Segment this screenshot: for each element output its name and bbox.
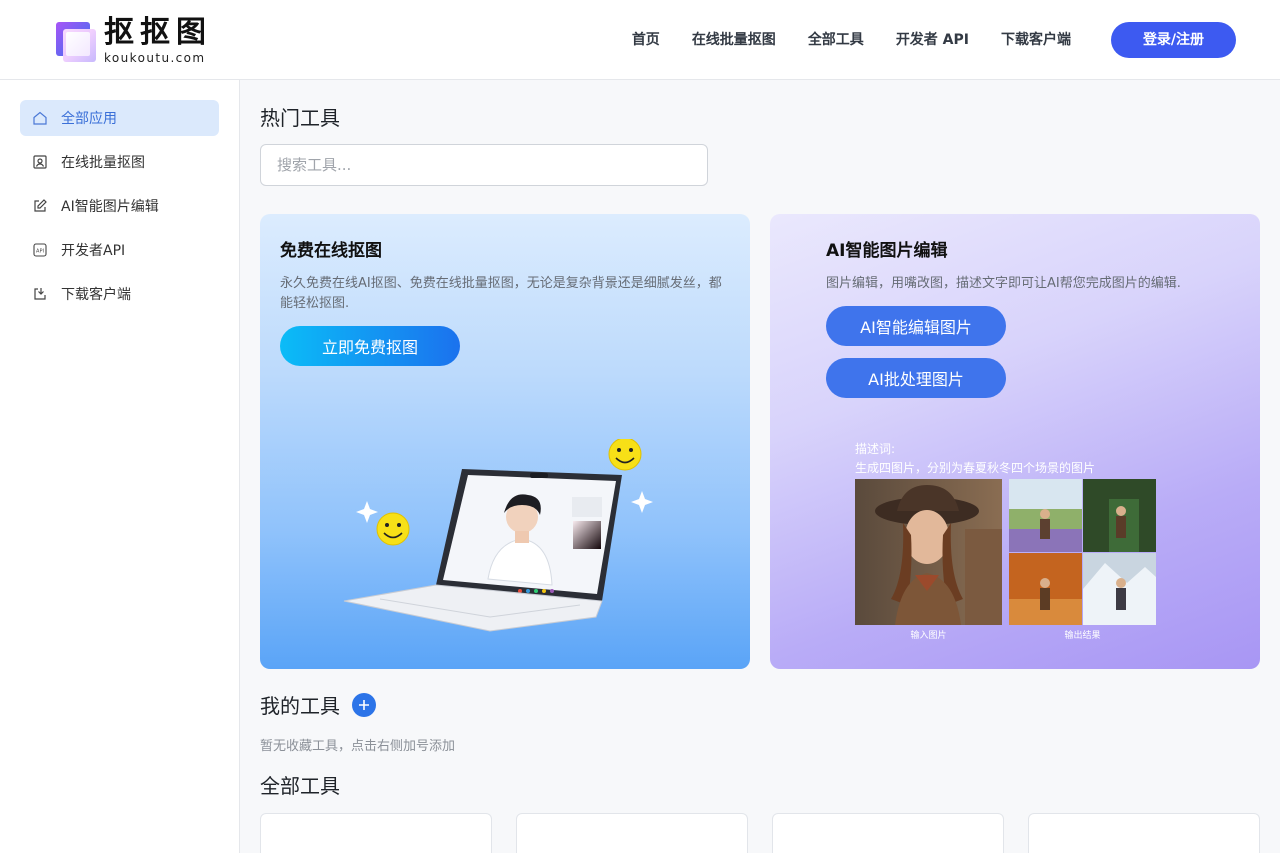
plus-icon [359,699,369,710]
ai-edit-image-button[interactable]: AI智能编辑图片 [826,306,1006,346]
logo-text: 抠抠图 [104,15,212,50]
my-tools-title: 我的工具 [260,694,340,718]
download-icon [32,286,48,302]
card-description: 永久免费在线AI抠图、免费在线批量抠图，无论是复杂背景还是细腻发丝，都能轻松抠图… [280,276,722,311]
top-nav: 首页 在线批量抠图 全部工具 开发者 API 下载客户端 登录/注册 [632,22,1236,58]
api-icon: API [32,242,48,258]
card-description: 图片编辑，用嘴改图，描述文字即可让AI帮您完成图片的编辑. [826,276,1181,291]
sidebar-item-all-apps[interactable]: 全部应用 [20,100,219,136]
edit-icon [32,198,48,214]
sidebar-item-label: 开发者API [61,243,126,259]
free-cutout-button[interactable]: 立即免费抠图 [280,326,460,366]
nav-home[interactable]: 首页 [632,22,660,58]
home-icon [32,110,48,126]
logo-mark-icon [56,22,96,62]
nav-download-client[interactable]: 下载客户端 [1001,22,1071,58]
nav-batch-cutout[interactable]: 在线批量抠图 [692,22,776,58]
nav-all-tools[interactable]: 全部工具 [808,22,864,58]
sidebar: 全部应用 在线批量抠图 AI智能图片编辑 API 开发者API 下载客户端 [0,80,240,853]
nav-developer-api[interactable]: 开发者 API [896,22,969,58]
search-input[interactable] [260,144,708,186]
prompt-label: 描述词: [855,442,896,456]
svg-text:API: API [36,249,44,255]
sidebar-item-download[interactable]: 下载客户端 [20,276,219,312]
sidebar-item-label: 下载客户端 [61,287,131,303]
ai-batch-button[interactable]: AI批处理图片 [826,358,1006,398]
sidebar-item-ai-edit[interactable]: AI智能图片编辑 [20,188,219,224]
card-title: AI智能图片编辑 [826,241,948,261]
sidebar-item-batch-cutout[interactable]: 在线批量抠图 [20,144,219,180]
all-tools-title: 全部工具 [260,774,340,798]
free-cutout-card[interactable]: 免费在线抠图 永久免费在线AI抠图、免费在线批量抠图，无论是复杂背景还是细腻发丝… [260,214,750,669]
header: 抠抠图 koukoutu.com 首页 在线批量抠图 全部工具 开发者 API … [0,0,1280,80]
tool-card[interactable] [516,813,748,853]
card-title: 免费在线抠图 [280,241,382,261]
portrait-icon [32,154,48,170]
sidebar-item-label: 全部应用 [61,111,117,127]
output-images [1009,479,1156,625]
sidebar-item-label: AI智能图片编辑 [61,199,159,215]
prompt-text: 生成四图片，分别为春夏秋冬四个场景的图片 [855,461,1096,475]
logo[interactable]: 抠抠图 koukoutu.com [56,18,212,66]
logo-domain: koukoutu.com [104,51,206,65]
input-image [855,479,1002,625]
tool-card[interactable] [260,813,492,853]
ai-edit-card[interactable]: AI智能图片编辑 图片编辑，用嘴改图，描述文字即可让AI帮您完成图片的编辑. A… [770,214,1260,669]
my-tools-header: 我的工具 [260,690,376,719]
add-tool-button[interactable] [352,692,376,717]
empty-tools-hint: 暂无收藏工具，点击右侧加号添加 [260,739,456,754]
tool-card[interactable] [772,813,1004,853]
hot-tools-title: 热门工具 [260,106,340,130]
sidebar-item-label: 在线批量抠图 [61,155,145,171]
sidebar-item-developer-api[interactable]: API 开发者API [20,232,219,268]
tool-card[interactable] [1028,813,1260,853]
login-register-button[interactable]: 登录/注册 [1111,22,1236,58]
output-image-label: 输出结果 [1064,631,1101,641]
laptop-illustration [343,439,653,632]
input-image-label: 输入图片 [910,631,947,641]
